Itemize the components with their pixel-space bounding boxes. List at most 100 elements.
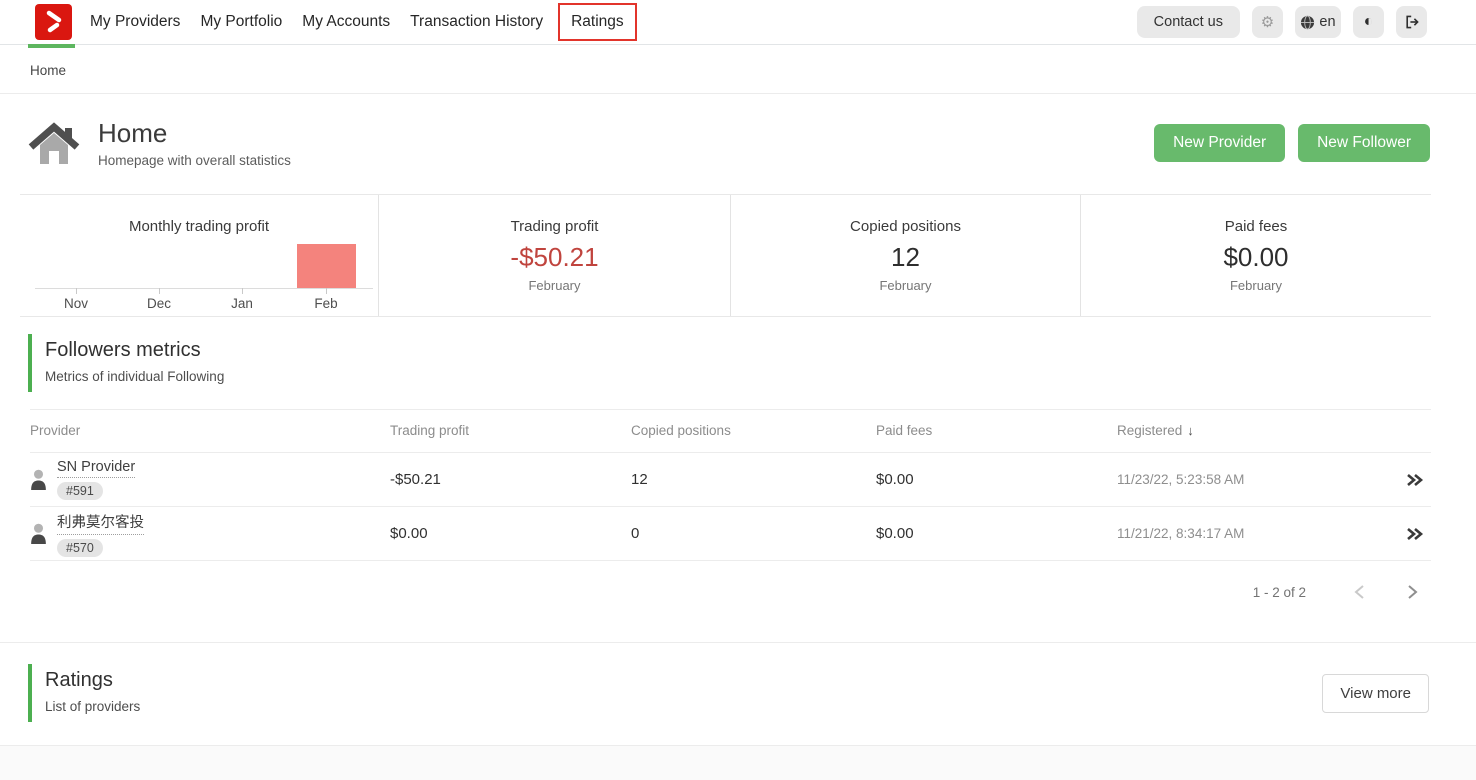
stat-value: -$50.21 bbox=[510, 242, 598, 273]
chevron-left-icon bbox=[1352, 584, 1367, 600]
nav-item-my-providers[interactable]: My Providers bbox=[83, 13, 187, 31]
section-title: Followers metrics bbox=[45, 339, 1476, 362]
table-row[interactable]: 利弗莫尔客投 #570 $0.00 0 $0.00 11/21/22, 8:34… bbox=[30, 507, 1431, 561]
logout-button[interactable] bbox=[1396, 6, 1427, 38]
breadcrumb-bar: Home bbox=[0, 45, 1476, 94]
stat-period: February bbox=[528, 278, 580, 293]
col-header-paid-fees[interactable]: Paid fees bbox=[876, 423, 1117, 438]
chart-tick-jan bbox=[242, 288, 243, 294]
cell-trading-profit: $0.00 bbox=[390, 525, 631, 542]
section-subtitle: List of providers bbox=[45, 699, 140, 714]
settings-button[interactable]: ⚙ bbox=[1252, 6, 1283, 38]
nav-menu: My Providers My Portfolio My Accounts Tr… bbox=[83, 3, 643, 41]
stat-card-paid-fees: Paid fees $0.00 February bbox=[1080, 195, 1431, 316]
gear-icon: ⚙ bbox=[1261, 15, 1274, 30]
app-logo[interactable] bbox=[35, 4, 72, 40]
provider-cell: SN Provider #591 bbox=[30, 459, 390, 500]
theme-contrast-button[interactable]: ◐ bbox=[1353, 6, 1384, 38]
stat-label: Paid fees bbox=[1225, 218, 1288, 235]
provider-name-link[interactable]: 利弗莫尔客投 bbox=[57, 511, 144, 535]
stat-label: Trading profit bbox=[511, 218, 599, 235]
contrast-icon: ◐ bbox=[1364, 14, 1374, 30]
previous-page-button[interactable] bbox=[1352, 584, 1367, 600]
open-row-button[interactable] bbox=[1391, 471, 1431, 489]
col-header-registered[interactable]: Registered↓ bbox=[1117, 423, 1391, 438]
chart-label-feb: Feb bbox=[314, 296, 337, 311]
language-code: en bbox=[1319, 14, 1335, 30]
footer-strip bbox=[0, 746, 1476, 780]
section-subtitle: Metrics of individual Following bbox=[45, 369, 1476, 384]
contact-us-button[interactable]: Contact us bbox=[1137, 6, 1240, 38]
stat-value: 12 bbox=[891, 242, 920, 273]
chart-title: Monthly trading profit bbox=[20, 218, 378, 235]
provider-id-badge: #570 bbox=[57, 539, 103, 557]
pagination-range-label: 1 - 2 of 2 bbox=[1253, 585, 1306, 600]
avatar-icon bbox=[30, 469, 47, 490]
next-page-button[interactable] bbox=[1405, 584, 1420, 600]
cell-registered: 11/23/22, 5:23:58 AM bbox=[1117, 472, 1391, 487]
col-header-trading-profit[interactable]: Trading profit bbox=[390, 423, 631, 438]
navbar-actions: Contact us ⚙ en ◐ bbox=[1137, 6, 1476, 38]
cell-trading-profit: -$50.21 bbox=[390, 471, 631, 488]
view-more-button[interactable]: View more bbox=[1322, 674, 1429, 713]
double-chevron-right-icon bbox=[1405, 471, 1425, 489]
cell-copied-positions: 0 bbox=[631, 525, 876, 542]
chart-label-jan: Jan bbox=[231, 296, 253, 311]
col-header-provider[interactable]: Provider bbox=[30, 423, 390, 438]
cell-copied-positions: 12 bbox=[631, 471, 876, 488]
chart-tick-feb bbox=[326, 288, 327, 294]
followers-metrics-header: Followers metrics Metrics of individual … bbox=[28, 334, 1476, 392]
double-chevron-right-icon bbox=[1405, 525, 1425, 543]
stat-period: February bbox=[879, 278, 931, 293]
table-row[interactable]: SN Provider #591 -$50.21 12 $0.00 11/23/… bbox=[30, 453, 1431, 507]
ratings-header: Ratings List of providers bbox=[28, 664, 140, 722]
cell-registered: 11/21/22, 8:34:17 AM bbox=[1117, 526, 1391, 541]
logout-icon bbox=[1404, 14, 1420, 30]
followers-metrics-table: Provider Trading profit Copied positions… bbox=[30, 409, 1431, 561]
provider-id-badge: #591 bbox=[57, 482, 103, 500]
chevron-right-icon bbox=[1405, 584, 1420, 600]
logo-chevron-icon bbox=[41, 9, 67, 35]
stat-label: Copied positions bbox=[850, 218, 961, 235]
open-row-button[interactable] bbox=[1391, 525, 1431, 543]
nav-item-my-accounts[interactable]: My Accounts bbox=[295, 13, 397, 31]
monthly-trading-profit-chart: Monthly trading profit Nov Dec Jan Feb bbox=[20, 195, 378, 316]
pagination: 1 - 2 of 2 bbox=[0, 561, 1476, 600]
chart-tick-dec bbox=[159, 288, 160, 294]
new-follower-button[interactable]: New Follower bbox=[1298, 124, 1430, 162]
sort-descending-icon: ↓ bbox=[1187, 423, 1194, 438]
chart-x-axis bbox=[35, 288, 373, 289]
active-nav-indicator bbox=[28, 44, 75, 48]
language-button[interactable]: en bbox=[1295, 6, 1341, 38]
page-header: Home Homepage with overall statistics Ne… bbox=[0, 94, 1476, 194]
overall-statistics-strip: Monthly trading profit Nov Dec Jan Feb T… bbox=[20, 194, 1431, 317]
stat-value: $0.00 bbox=[1223, 242, 1288, 273]
home-icon bbox=[27, 118, 81, 168]
col-header-copied-positions[interactable]: Copied positions bbox=[631, 423, 876, 438]
stat-card-trading-profit: Trading profit -$50.21 February bbox=[378, 195, 730, 316]
breadcrumb[interactable]: Home bbox=[30, 63, 66, 78]
new-provider-button[interactable]: New Provider bbox=[1154, 124, 1285, 162]
ratings-section: Ratings List of providers View more bbox=[0, 642, 1476, 746]
nav-item-ratings[interactable]: Ratings bbox=[558, 3, 637, 41]
chart-tick-nov bbox=[76, 288, 77, 294]
table-header-row: Provider Trading profit Copied positions… bbox=[30, 409, 1431, 453]
nav-item-transaction-history[interactable]: Transaction History bbox=[403, 13, 550, 31]
top-navbar: My Providers My Portfolio My Accounts Tr… bbox=[0, 0, 1476, 45]
page-subtitle: Homepage with overall statistics bbox=[98, 153, 291, 168]
page-header-actions: New Provider New Follower bbox=[1154, 124, 1430, 162]
stat-period: February bbox=[1230, 278, 1282, 293]
section-title: Ratings bbox=[45, 669, 140, 692]
chart-label-nov: Nov bbox=[64, 296, 88, 311]
page-title: Home bbox=[98, 118, 291, 149]
stat-card-copied-positions: Copied positions 12 February bbox=[730, 195, 1080, 316]
avatar-icon bbox=[30, 523, 47, 544]
cell-paid-fees: $0.00 bbox=[876, 525, 1117, 542]
cell-paid-fees: $0.00 bbox=[876, 471, 1117, 488]
chart-bar-feb[interactable] bbox=[297, 244, 356, 288]
provider-name-link[interactable]: SN Provider bbox=[57, 459, 135, 478]
globe-icon bbox=[1300, 15, 1315, 30]
nav-item-my-portfolio[interactable]: My Portfolio bbox=[193, 13, 289, 31]
provider-cell: 利弗莫尔客投 #570 bbox=[30, 511, 390, 557]
page-header-text: Home Homepage with overall statistics bbox=[98, 118, 291, 168]
